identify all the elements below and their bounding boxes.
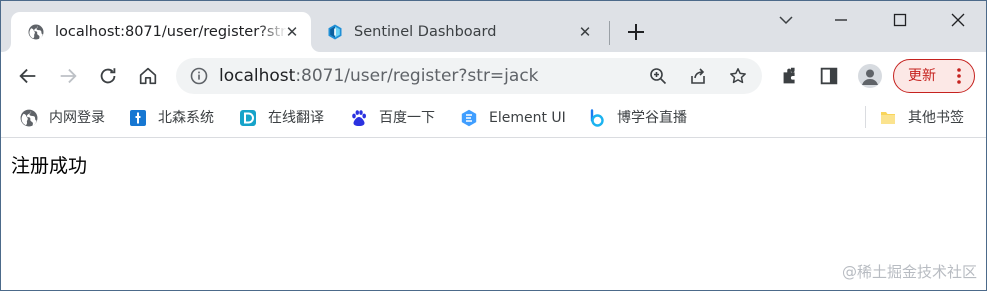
globe-icon	[28, 24, 44, 40]
toolbar: localhost:8071/user/register?str=jack 更新	[0, 52, 987, 100]
bookmark-translate[interactable]: 在线翻译	[239, 108, 324, 128]
tab-close-icon[interactable]: ✕	[283, 23, 301, 41]
bookmark-beisen[interactable]: 北森系统	[129, 108, 214, 128]
url-text[interactable]: localhost:8071/user/register?str=jack	[219, 66, 539, 86]
maximize-icon[interactable]	[888, 8, 912, 32]
update-button[interactable]: 更新	[893, 59, 975, 93]
bookmark-label: Element UI	[489, 110, 566, 126]
url-host: localhost	[219, 66, 296, 86]
address-bar[interactable]: localhost:8071/user/register?str=jack	[176, 58, 762, 94]
tab-register[interactable]: localhost:8071/user/register?str=jack ✕	[11, 12, 311, 52]
zoom-icon[interactable]	[649, 67, 667, 85]
extensions-icon[interactable]	[779, 65, 801, 87]
tab-close-icon[interactable]: ✕	[576, 23, 594, 41]
close-window-icon[interactable]	[946, 8, 970, 32]
baidu-icon	[352, 110, 366, 126]
globe-icon	[20, 109, 38, 127]
new-tab-plus-icon[interactable]	[624, 20, 648, 44]
bookmarks-separator	[865, 106, 866, 128]
bookmark-label: 北森系统	[158, 110, 214, 126]
tab-title: localhost:8071/user/register?str=jack	[55, 24, 287, 40]
update-label: 更新	[908, 68, 936, 84]
tab-search-icon[interactable]	[774, 8, 798, 32]
folder-icon	[881, 112, 895, 124]
bookmark-label: 博学谷直播	[617, 110, 687, 126]
tab-title: Sentinel Dashboard	[354, 24, 497, 40]
more-menu-icon[interactable]	[952, 66, 966, 86]
boxuegu-icon	[590, 109, 604, 127]
back-icon[interactable]	[17, 65, 39, 87]
bookmark-baidu[interactable]: 百度一下	[350, 108, 435, 128]
bookmark-intranet-login[interactable]: 内网登录	[20, 108, 105, 128]
bookmark-element-ui[interactable]: Element UI	[460, 108, 566, 128]
forward-icon[interactable]	[57, 65, 79, 87]
other-bookmarks[interactable]: 其他书签	[879, 108, 964, 128]
translate-icon	[240, 110, 256, 126]
url-path: :8071/user/register?str=jack	[295, 66, 539, 86]
minimize-icon[interactable]	[829, 8, 853, 32]
profile-icon[interactable]	[858, 64, 882, 88]
star-icon[interactable]	[729, 67, 747, 85]
bookmark-label: 在线翻译	[268, 110, 324, 126]
share-icon[interactable]	[689, 67, 707, 85]
bookmark-boxuegu[interactable]: 博学谷直播	[588, 108, 687, 128]
bookmark-label: 百度一下	[379, 110, 435, 126]
element-icon	[461, 109, 477, 127]
beisen-icon	[130, 110, 146, 126]
reload-icon[interactable]	[97, 65, 119, 87]
bookmark-label: 内网登录	[49, 110, 105, 126]
bookmarks-bar: 内网登录 北森系统 在线翻译 百度一下 Element UI 博学谷直播 其他书…	[0, 100, 987, 138]
bookmark-label: 其他书签	[908, 110, 964, 126]
registration-success-message: 注册成功	[11, 155, 88, 177]
info-icon[interactable]	[190, 67, 208, 85]
tab-strip: localhost:8071/user/register?str=jack ✕ …	[0, 0, 987, 52]
sentinel-icon	[328, 24, 342, 40]
tab-sentinel-dashboard[interactable]: Sentinel Dashboard ✕	[316, 12, 610, 52]
watermark: @稀土掘金技术社区	[841, 263, 977, 281]
home-icon[interactable]	[137, 65, 159, 87]
side-panel-icon[interactable]	[818, 65, 840, 87]
tab-separator	[609, 21, 610, 45]
